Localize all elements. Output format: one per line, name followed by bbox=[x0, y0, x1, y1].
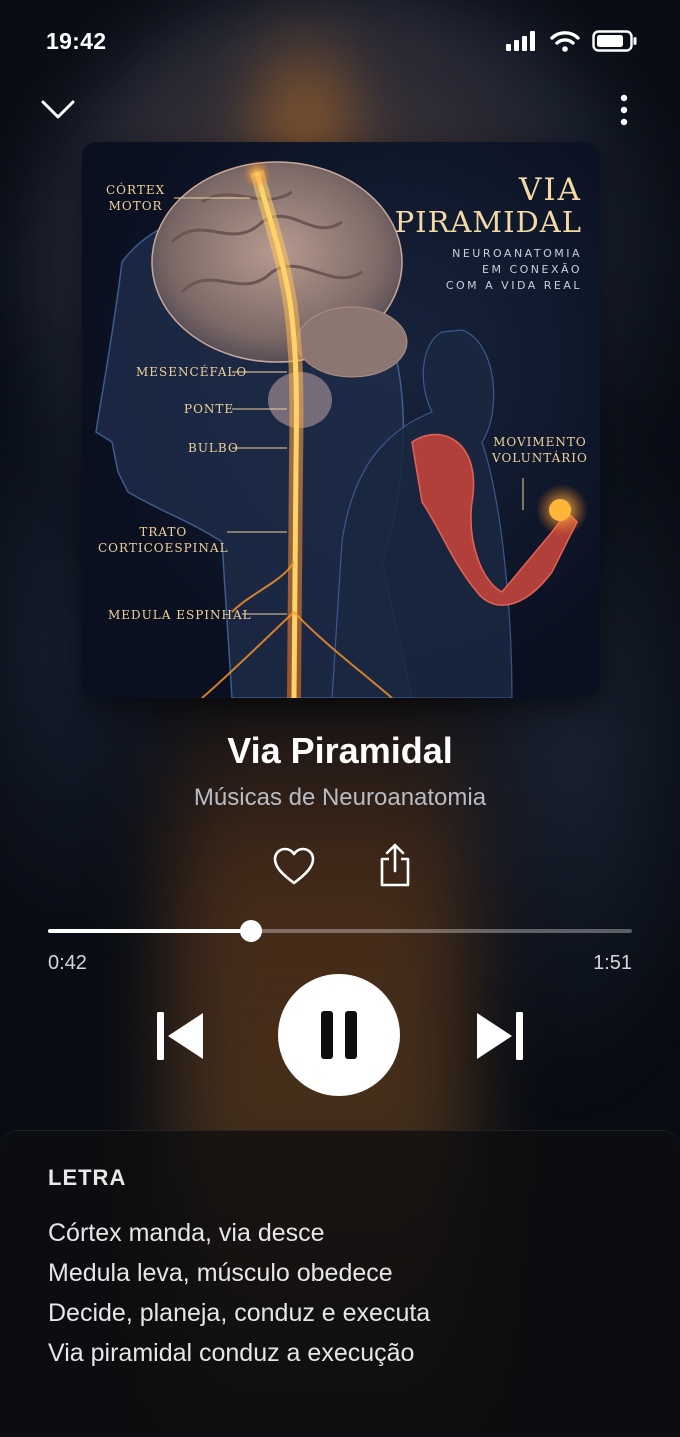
label-cortex-motor: CÓRTEX MOTOR bbox=[106, 183, 166, 213]
share-icon[interactable] bbox=[376, 842, 414, 888]
heart-icon[interactable] bbox=[272, 846, 316, 888]
album-art-subtitle: NEUROANATOMIA EM CONEXÃO COM A VIDA REAL bbox=[445, 247, 582, 292]
pause-icon bbox=[321, 1011, 357, 1059]
status-bar: 19:42 bbox=[46, 24, 638, 58]
chevron-down-icon[interactable] bbox=[38, 92, 78, 126]
label-medula-espinhal: MEDULA ESPINHAL bbox=[108, 608, 252, 622]
pause-button[interactable] bbox=[278, 974, 400, 1096]
label-trato-corticoespinal: TRATO CORTICOESPINAL bbox=[98, 525, 229, 555]
skip-next-icon[interactable] bbox=[474, 1010, 526, 1062]
progress-fill bbox=[48, 929, 252, 933]
progress-bar[interactable] bbox=[48, 920, 632, 942]
song-artist[interactable]: Músicas de Neuroanatomia bbox=[0, 784, 680, 812]
lyrics-line: Via piramidal conduz a execução bbox=[48, 1339, 415, 1367]
album-art-title-line2: PIRAMIDAL bbox=[394, 205, 582, 239]
album-art: VIA PIRAMIDAL NEUROANATOMIA EM CONEXÃO C… bbox=[82, 142, 600, 698]
lyrics-line: Decide, planeja, conduz e executa bbox=[48, 1299, 431, 1327]
more-options-icon[interactable] bbox=[608, 92, 640, 132]
label-mesencefalo: MESENCÉFALO bbox=[136, 365, 248, 379]
status-time: 19:42 bbox=[46, 27, 107, 54]
lyrics-lines: Córtex manda, via desce Medula leva, mús… bbox=[48, 1213, 430, 1373]
lyrics-panel[interactable]: LETRA Córtex manda, via desce Medula lev… bbox=[0, 1130, 680, 1437]
total-time: 1:51 bbox=[593, 952, 632, 974]
label-movimento-voluntario: MOVIMENTO VOLUNTÁRIO bbox=[492, 435, 588, 465]
album-art-title: VIA PIRAMIDAL bbox=[395, 174, 582, 238]
elapsed-time: 0:42 bbox=[48, 952, 87, 974]
label-bulbo: BULBO bbox=[188, 441, 239, 455]
lyrics-header: LETRA bbox=[48, 1165, 127, 1190]
lyrics-line: Córtex manda, via desce bbox=[48, 1219, 325, 1247]
cellular-signal-icon bbox=[506, 31, 535, 51]
album-art-title-line1: VIA bbox=[518, 172, 582, 208]
battery-icon bbox=[592, 30, 637, 52]
lyrics-line: Medula leva, músculo obedece bbox=[48, 1259, 393, 1287]
label-ponte: PONTE bbox=[184, 402, 235, 416]
skip-previous-icon[interactable] bbox=[154, 1010, 206, 1062]
wifi-icon bbox=[550, 31, 580, 52]
song-title: Via Piramidal bbox=[227, 730, 453, 771]
